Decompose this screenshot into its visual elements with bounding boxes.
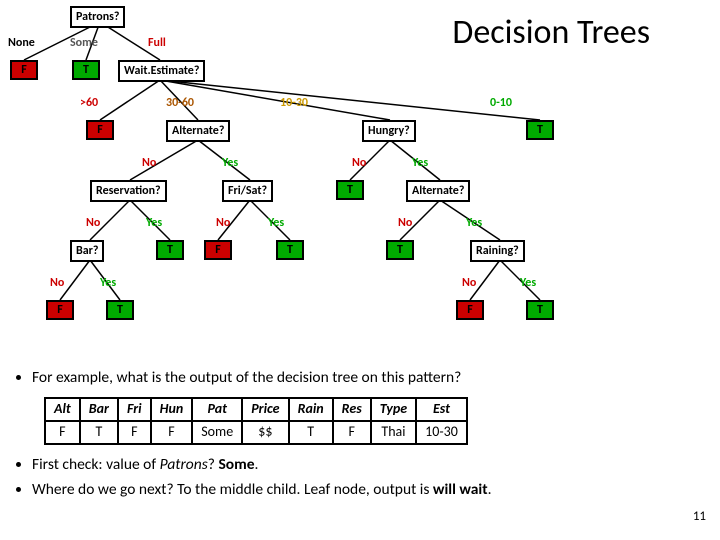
edge-label-none: None: [8, 36, 35, 50]
th: Fri: [118, 398, 151, 421]
node-frisat: Fri/Sat?: [222, 180, 273, 202]
bold-willwait: will wait: [433, 480, 488, 499]
edge-label-yes: Yes: [412, 156, 428, 170]
th: Pat: [192, 398, 242, 421]
th: Type: [371, 398, 416, 421]
edge-label-no: No: [216, 216, 230, 230]
node-alternate2: Alternate?: [406, 180, 470, 202]
edge-label-some: Some: [70, 36, 98, 50]
text: First check: value of: [32, 455, 160, 474]
edge-label-no: No: [398, 216, 412, 230]
page-number: 11: [693, 509, 706, 524]
th: Hun: [151, 398, 193, 421]
td: T: [289, 421, 333, 444]
leaf-t: T: [336, 180, 364, 200]
th: Bar: [80, 398, 118, 421]
td: T: [80, 421, 118, 444]
leaf-f: F: [204, 240, 232, 260]
node-wait-estimate: Wait.Estimate?: [118, 60, 205, 82]
th: Est: [416, 398, 467, 421]
edge-label-yes: Yes: [100, 276, 116, 290]
leaf-t: T: [106, 300, 134, 320]
th: Price: [242, 398, 288, 421]
node-raining: Raining?: [470, 240, 525, 262]
leaf-f: F: [10, 60, 38, 80]
leaf-t: T: [156, 240, 184, 260]
table-header-row: Alt Bar Fri Hun Pat Price Rain Res Type …: [45, 398, 467, 421]
edge-label-yes: Yes: [520, 276, 536, 290]
text: .: [255, 455, 259, 474]
th: Rain: [289, 398, 333, 421]
leaf-f: F: [456, 300, 484, 320]
edge-label-1030: 10-30: [280, 96, 308, 110]
edge-label-no: No: [142, 156, 156, 170]
edge-label-gt60: >60: [80, 96, 98, 110]
edge-label-full: Full: [148, 36, 166, 50]
edge-label-010: 0-10: [490, 96, 512, 110]
td: $$: [242, 421, 288, 444]
td: Some: [192, 421, 242, 444]
text: .: [488, 480, 492, 499]
node-hungry: Hungry?: [362, 120, 416, 142]
text: ?: [208, 455, 219, 474]
td: F: [151, 421, 193, 444]
decision-tree-diagram: Patrons? None Some Full F T Wait.Estimat…: [0, 0, 720, 360]
td: Thai: [371, 421, 416, 444]
leaf-f: F: [86, 120, 114, 140]
leaf-t: T: [72, 60, 100, 80]
edge-label-no: No: [50, 276, 64, 290]
leaf-t: T: [276, 240, 304, 260]
leaf-t: T: [386, 240, 414, 260]
td: 10-30: [416, 421, 467, 444]
td: F: [118, 421, 151, 444]
td: F: [333, 421, 371, 444]
edge-label-no: No: [352, 156, 366, 170]
bullet-1: For example, what is the output of the d…: [32, 368, 706, 389]
edge-label-no: No: [462, 276, 476, 290]
bold-some: Some: [218, 455, 254, 474]
pattern-table: Alt Bar Fri Hun Pat Price Rain Res Type …: [44, 397, 468, 445]
table-data-row: F T F F Some $$ T F Thai 10-30: [45, 421, 467, 444]
text: Where do we go next? To the middle child…: [32, 480, 433, 499]
leaf-t: T: [526, 120, 554, 140]
th: Alt: [45, 398, 80, 421]
td: F: [45, 421, 80, 444]
node-alternate: Alternate?: [166, 120, 230, 142]
edge-label-yes: Yes: [466, 216, 482, 230]
bullet-3: Where do we go next? To the middle child…: [32, 480, 706, 501]
edge-label-3060: 30-60: [166, 96, 194, 110]
edge-label-yes: Yes: [146, 216, 162, 230]
edge-label-no: No: [86, 216, 100, 230]
leaf-f: F: [46, 300, 74, 320]
th: Res: [333, 398, 371, 421]
node-reservation: Reservation?: [90, 180, 167, 202]
emph-patrons: Patrons: [160, 455, 208, 474]
edge-label-yes: Yes: [268, 216, 284, 230]
leaf-t: T: [526, 300, 554, 320]
node-patrons: Patrons?: [70, 6, 125, 28]
edge-label-yes: Yes: [222, 156, 238, 170]
node-bar: Bar?: [70, 240, 104, 262]
bullet-list: For example, what is the output of the d…: [14, 368, 706, 505]
bullet-2: First check: value of Patrons? Some.: [32, 455, 706, 476]
